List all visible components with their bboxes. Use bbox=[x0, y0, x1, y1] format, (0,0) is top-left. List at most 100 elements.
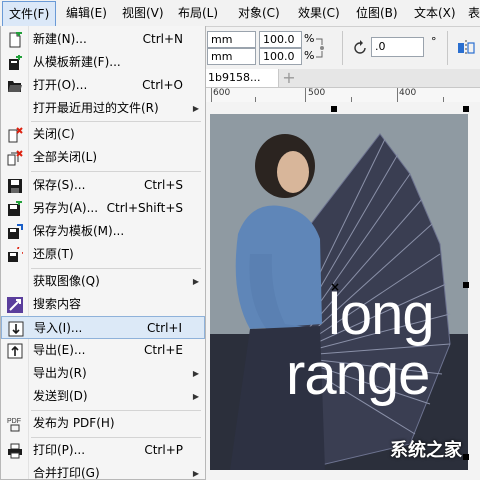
save-template-icon bbox=[8, 224, 23, 239]
export-icon bbox=[7, 343, 23, 359]
submenu-arrow-icon: ▶ bbox=[192, 104, 199, 113]
ruler-tick bbox=[211, 88, 212, 102]
new-tab-button[interactable]: + bbox=[281, 69, 297, 87]
menu-item-save-as[interactable]: 另存为(A)... Ctrl+Shift+S bbox=[1, 197, 205, 220]
selection-handle[interactable] bbox=[463, 282, 469, 288]
menu-item-import[interactable]: 导入(I)... Ctrl+I bbox=[1, 316, 205, 339]
menu-item-shortcut: Ctrl+I bbox=[147, 321, 182, 335]
menu-table[interactable]: 表 bbox=[462, 0, 480, 26]
menu-effects[interactable]: 效果(C) bbox=[292, 0, 346, 26]
menu-bitmap[interactable]: 位图(B) bbox=[350, 0, 404, 26]
close-all-icon bbox=[7, 150, 23, 166]
menu-item-merge-print[interactable]: 合并打印(G) ▶ bbox=[1, 462, 205, 485]
menu-item-label: 保存(S)... bbox=[33, 178, 86, 192]
menu-item-label: 合并打印(G) bbox=[33, 466, 100, 480]
rotation-unit: ° bbox=[431, 35, 437, 48]
menu-item-label: 搜索内容 bbox=[33, 297, 82, 311]
property-bar: mm mm 100.0 100.0 % % .0 ° bbox=[205, 27, 480, 70]
ruler-tick bbox=[305, 88, 306, 102]
size-height-field[interactable]: mm bbox=[207, 48, 256, 65]
menu-item-label: 另存为(A)... bbox=[33, 201, 99, 215]
menu-item-acquire-image[interactable]: 获取图像(Q) ▶ bbox=[1, 270, 205, 293]
menu-item-label: 打开(O)... bbox=[33, 78, 88, 92]
scale-x-field[interactable]: 100.0 bbox=[259, 31, 302, 48]
menu-layout[interactable]: 布局(L) bbox=[172, 0, 224, 26]
menu-item-shortcut: Ctrl+S bbox=[143, 178, 183, 192]
menu-file[interactable]: 文件(F) bbox=[2, 1, 57, 27]
selection-handle[interactable] bbox=[463, 106, 469, 112]
menu-item-export[interactable]: 导出(E)... Ctrl+E bbox=[1, 339, 205, 362]
menu-item-shortcut: Ctrl+E bbox=[144, 343, 183, 357]
ruler-label: 600 bbox=[213, 88, 231, 98]
menu-item-save-as-template[interactable]: 保存为模板(M)... bbox=[1, 220, 205, 243]
menu-item-revert[interactable]: 还原(T) bbox=[1, 243, 205, 266]
menu-separator bbox=[31, 437, 201, 438]
ruler-label: 400 bbox=[399, 88, 417, 98]
toolbar-divider-2 bbox=[447, 31, 448, 65]
menu-separator bbox=[31, 121, 201, 122]
watermark: 系统之家 bbox=[390, 440, 462, 461]
menu-item-label: 打印(P)... bbox=[33, 443, 86, 457]
menu-item-label: 导出(E)... bbox=[33, 343, 86, 357]
size-width-field[interactable]: mm bbox=[207, 31, 256, 48]
file-menu: 新建(N)... Ctrl+N 从模板新建(F)... 打开(O)... Ctr… bbox=[0, 26, 206, 480]
menu-item-publish-pdf[interactable]: PDF 发布为 PDF(H) bbox=[1, 412, 205, 435]
menu-item-export-as[interactable]: 导出为(R) ▶ bbox=[1, 362, 205, 385]
menu-separator bbox=[31, 410, 201, 411]
menu-item-label: 导出为(R) bbox=[33, 366, 87, 380]
menu-item-new-from-template[interactable]: 从模板新建(F)... bbox=[1, 51, 205, 74]
menu-item-label: 发送到(D) bbox=[33, 389, 88, 403]
menu-item-shortcut: Ctrl+N bbox=[142, 32, 183, 46]
ruler-label: 500 bbox=[308, 88, 326, 98]
save-as-icon bbox=[8, 201, 22, 216]
menu-bar: 文件(F) 编辑(E) 视图(V) 布局(L) 对象(C) 效果(C) 位图(B… bbox=[0, 0, 480, 27]
menu-item-label: 保存为模板(M)... bbox=[33, 224, 125, 238]
menu-item-open-recent[interactable]: 打开最近用过的文件(R) ▶ bbox=[1, 97, 205, 120]
menu-item-search-content[interactable]: 搜索内容 bbox=[1, 293, 205, 316]
rotate-icon bbox=[354, 40, 366, 54]
close-doc-icon bbox=[8, 127, 23, 143]
print-icon bbox=[8, 443, 22, 459]
menu-object[interactable]: 对象(C) bbox=[232, 0, 286, 26]
submenu-arrow-icon: ▶ bbox=[192, 469, 199, 478]
menu-edit[interactable]: 编辑(E) bbox=[60, 0, 113, 26]
document-tab[interactable]: 1b9158... bbox=[205, 69, 279, 87]
ruler-tick bbox=[397, 88, 398, 102]
rotation-angle-field[interactable]: .0 bbox=[371, 37, 424, 57]
menu-item-label: 关闭(C) bbox=[33, 127, 75, 141]
svg-text:PDF: PDF bbox=[7, 418, 21, 425]
menu-item-print[interactable]: 打印(P)... Ctrl+P bbox=[1, 439, 205, 462]
lock-ratio-icon[interactable] bbox=[313, 35, 327, 61]
pdf-icon: PDF bbox=[7, 418, 21, 432]
menu-item-shortcut: Ctrl+O bbox=[142, 78, 183, 92]
menu-separator bbox=[31, 171, 201, 172]
center-x-marker: × bbox=[330, 280, 341, 294]
headline-long: long bbox=[328, 282, 435, 347]
menu-item-send-to[interactable]: 发送到(D) ▶ bbox=[1, 385, 205, 408]
horizontal-ruler: 600 500 400 bbox=[205, 88, 480, 103]
menu-item-shortcut: Ctrl+Shift+S bbox=[106, 201, 183, 215]
menu-item-new[interactable]: 新建(N)... Ctrl+N bbox=[1, 28, 205, 51]
scale-y-field[interactable]: 100.0 bbox=[259, 48, 302, 65]
selection-handle[interactable] bbox=[463, 454, 469, 460]
menu-item-close-all[interactable]: 全部关闭(L) bbox=[1, 146, 205, 169]
toolbar-divider bbox=[342, 31, 343, 65]
submenu-arrow-icon: ▶ bbox=[192, 392, 199, 401]
submenu-arrow-icon: ▶ bbox=[192, 369, 199, 378]
menu-item-label: 还原(T) bbox=[33, 247, 74, 261]
menu-item-label: 打开最近用过的文件(R) bbox=[33, 101, 159, 115]
menu-item-close[interactable]: 关闭(C) bbox=[1, 123, 205, 146]
selection-handle[interactable] bbox=[331, 106, 337, 112]
search-content-icon bbox=[7, 297, 23, 313]
headline-range: range bbox=[286, 342, 430, 407]
menu-item-label: 导入(I)... bbox=[34, 321, 83, 335]
menu-item-save[interactable]: 保存(S)... Ctrl+S bbox=[1, 174, 205, 197]
open-folder-icon bbox=[8, 81, 22, 92]
menu-item-label: 发布为 PDF(H) bbox=[33, 416, 115, 430]
menu-item-open[interactable]: 打开(O)... Ctrl+O bbox=[1, 74, 205, 97]
template-new-icon bbox=[9, 55, 22, 70]
drawing-canvas[interactable]: long range 系统之家 × bbox=[205, 102, 480, 480]
menu-view[interactable]: 视图(V) bbox=[116, 0, 170, 26]
menu-text[interactable]: 文本(X) bbox=[408, 0, 462, 26]
mirror-icon[interactable] bbox=[457, 39, 477, 57]
